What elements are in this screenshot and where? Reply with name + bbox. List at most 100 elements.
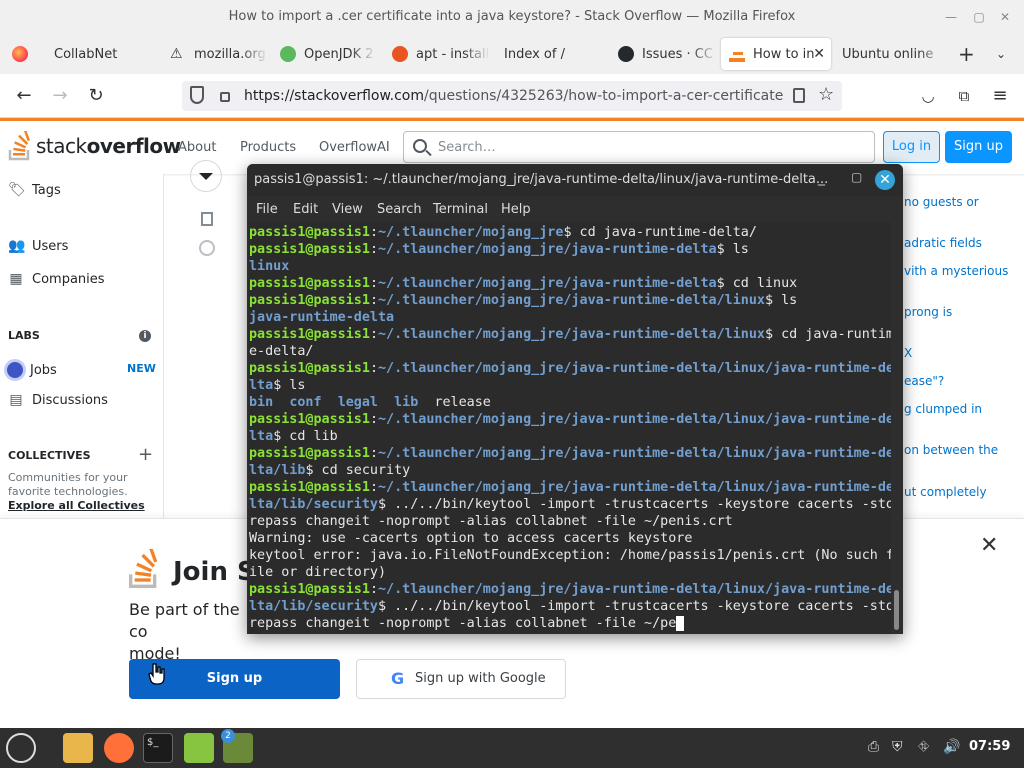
nav-about[interactable]: About	[178, 140, 216, 155]
tab-strip: CollabNet ⚠ mozilla.org OpenJDK 2 apt - …	[0, 34, 1024, 74]
files-icon[interactable]	[63, 733, 93, 763]
sidebar-item-jobs[interactable]: Jobs	[4, 359, 57, 381]
menu-help[interactable]: Help	[501, 202, 531, 217]
prompt-user: passis1@passis1	[249, 225, 370, 240]
prompt-user: passis1@passis1	[249, 446, 370, 461]
info-icon[interactable]: i	[139, 330, 151, 342]
menu-edit[interactable]: Edit	[293, 202, 318, 217]
nav-overflowai[interactable]: OverflowAI	[319, 140, 390, 155]
hot-question-link[interactable]: no guests or	[904, 195, 979, 209]
so-logo-icon	[129, 549, 158, 588]
hot-question-link[interactable]: prong is	[904, 305, 952, 319]
url-text[interactable]: https://stackoverflow.com/questions/4325…	[244, 88, 784, 104]
sidebar-item-tags[interactable]: 🏷 Tags	[8, 182, 61, 198]
hot-question-link[interactable]: ut completely	[904, 485, 987, 499]
network-icon[interactable]: ⛗	[918, 739, 929, 755]
terminal-window[interactable]: passis1@passis1: ~/.tlauncher/mojang_jre…	[247, 164, 903, 634]
so-logo-icon	[8, 131, 30, 161]
prompt-separator: :	[369, 327, 378, 342]
tracking-shield-icon[interactable]	[190, 86, 204, 104]
close-icon[interactable]: ✕	[996, 8, 1014, 26]
close-icon[interactable]: ✕	[980, 533, 998, 558]
prompt-user: passis1@passis1	[249, 361, 370, 376]
firefox-icon[interactable]	[104, 733, 134, 763]
login-button[interactable]: Log in	[883, 131, 940, 163]
text-cursor	[676, 616, 685, 631]
sidebar-item-users[interactable]: 👥 Users	[8, 238, 68, 254]
terminal-line: passis1@passis1:~/.tlauncher/mojang_jre/…	[249, 479, 891, 496]
hot-question-link[interactable]: g clumped in	[904, 402, 982, 416]
downvote-icon[interactable]	[190, 160, 222, 192]
terminal-scrollbar[interactable]	[894, 590, 899, 630]
pocket-icon[interactable]: ◡	[916, 84, 940, 108]
tab-stackoverflow-active[interactable]: How to in ✕	[721, 38, 831, 70]
menu-hamburger-icon[interactable]: ≡	[988, 84, 1012, 108]
prompt-separator: :	[369, 276, 378, 291]
askubuntu-icon	[392, 46, 408, 62]
menu-file[interactable]: File	[256, 202, 278, 217]
reload-icon[interactable]: ↻	[84, 84, 108, 108]
menu-terminal[interactable]: Terminal	[433, 202, 488, 217]
tab-github-issues[interactable]: Issues · CC	[610, 38, 718, 70]
shield-icon[interactable]: ⛨	[892, 739, 903, 755]
volume-icon[interactable]: 🔊	[943, 739, 960, 755]
menu-view[interactable]: View	[332, 202, 363, 217]
terminal-titlebar[interactable]: passis1@passis1: ~/.tlauncher/mojang_jre…	[247, 164, 903, 196]
so-logo[interactable]: stackoverflow	[8, 131, 181, 161]
tab-openjdk[interactable]: OpenJDK 2	[272, 38, 376, 70]
menu-search[interactable]: Search	[377, 202, 422, 217]
close-tab-icon[interactable]: ✕	[813, 46, 825, 62]
nav-products[interactable]: Products	[240, 140, 296, 155]
back-arrow-icon[interactable]: ←	[12, 84, 36, 108]
command-text: $ cd linux	[716, 276, 798, 291]
maximize-icon[interactable]: ▢	[970, 8, 988, 26]
mint-menu-icon[interactable]	[6, 733, 36, 763]
sidebar-item-discussions[interactable]: ▤ Discussions	[8, 392, 108, 408]
url-bar[interactable]: https://stackoverflow.com/questions/4325…	[182, 81, 842, 111]
software-manager-icon[interactable]	[184, 733, 214, 763]
sidebar-item-companies[interactable]: ▦ Companies	[8, 271, 104, 287]
tab-mozilla[interactable]: ⚠ mozilla.org	[162, 38, 268, 70]
hot-question-link[interactable]: vith a mysterious	[904, 264, 1008, 278]
terminal-output[interactable]: passis1@passis1:~/.tlauncher/mojang_jre$…	[249, 222, 891, 634]
so-wordmark: stackoverflow	[36, 134, 181, 158]
tab-label: Ubuntu online	[842, 46, 934, 62]
minimize-icon[interactable]: —	[942, 8, 960, 26]
extensions-icon[interactable]: ⧉	[952, 84, 976, 108]
bookmark-star-icon[interactable]: ☆	[818, 84, 834, 105]
search-input[interactable]: Search…	[403, 131, 875, 163]
history-icon[interactable]	[199, 240, 215, 256]
minimize-icon[interactable]: _	[818, 170, 825, 186]
collectives-heading: COLLECTIVES	[8, 449, 91, 462]
hot-question-link[interactable]: ease"?	[904, 374, 944, 388]
firefox-view-tab[interactable]	[4, 38, 44, 70]
forward-arrow-icon[interactable]: →	[48, 84, 72, 108]
tab-collabnet[interactable]: CollabNet	[46, 38, 162, 70]
tab-askubuntu[interactable]: apt - install	[384, 38, 490, 70]
discussions-icon: ▤	[9, 392, 23, 408]
signup-button[interactable]: Sign up	[945, 131, 1012, 163]
terminal-line: passis1@passis1:~/.tlauncher/mojang_jre/…	[249, 581, 891, 598]
terminal-icon[interactable]: $_	[143, 733, 173, 763]
prompt-separator: :	[369, 582, 378, 597]
tab-index[interactable]: Index of /	[496, 38, 606, 70]
reader-view-icon[interactable]	[793, 88, 805, 103]
hot-question-link[interactable]: adratic fields	[904, 236, 982, 250]
hot-question-link[interactable]: X	[904, 346, 912, 360]
new-tab-icon[interactable]: +	[950, 38, 978, 70]
maximize-icon[interactable]: ▢	[851, 170, 862, 184]
close-icon[interactable]: ✕	[875, 170, 895, 190]
terminal-line: repass changeit -noprompt -alias collabn…	[249, 615, 891, 632]
explore-collectives-link[interactable]: Explore all Collectives	[8, 499, 145, 512]
list-all-tabs-icon[interactable]: ⌄	[988, 38, 1016, 70]
hot-question-link[interactable]: on between the	[904, 443, 998, 457]
directory-entry: legal	[337, 395, 378, 410]
update-icon[interactable]: ⎙	[868, 739, 879, 755]
signup-google-button[interactable]: G Sign up with Google	[356, 659, 566, 699]
lock-icon[interactable]	[220, 92, 230, 102]
tab-ubuntu-online[interactable]: Ubuntu online	[834, 38, 946, 70]
add-icon[interactable]: +	[138, 444, 153, 465]
bookmark-icon[interactable]	[201, 212, 213, 226]
